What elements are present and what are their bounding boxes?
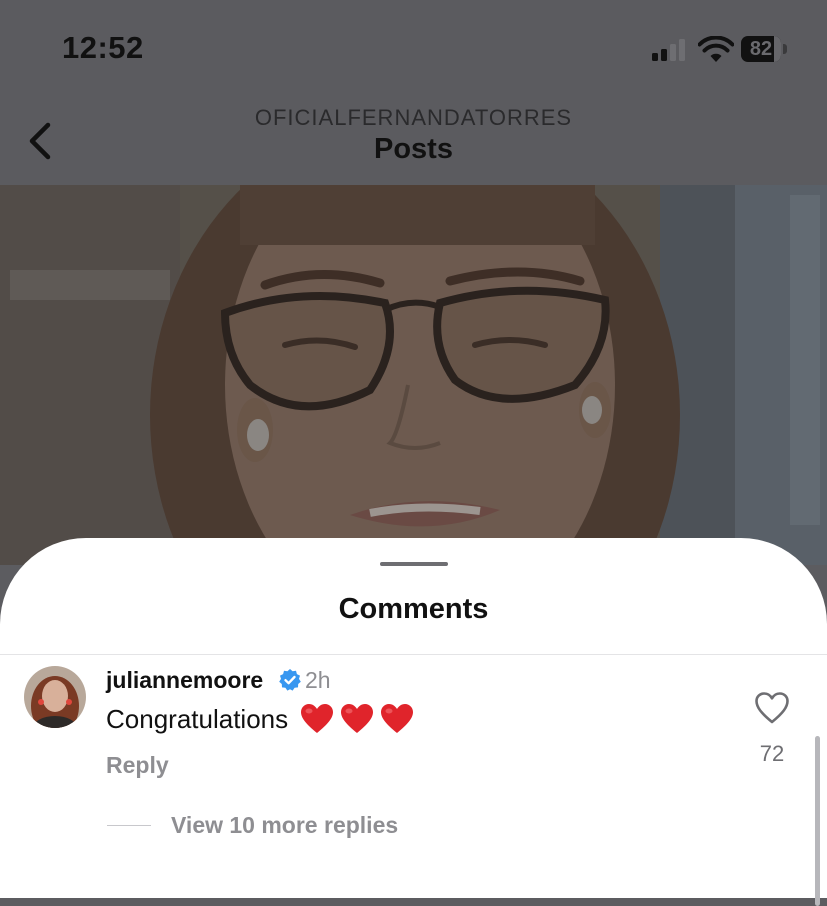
- status-bar: 12:52 82: [0, 0, 827, 95]
- video-frame-image: [0, 185, 827, 565]
- page-title: Posts: [374, 133, 453, 165]
- battery-icon: 82: [741, 36, 787, 64]
- battery-level: 82: [749, 38, 773, 60]
- scrollbar[interactable]: [815, 736, 820, 906]
- replies-divider-line: [107, 825, 151, 826]
- wifi-icon: [698, 36, 734, 62]
- avatar[interactable]: [24, 666, 86, 728]
- posts-header: OFICIALFERNANDATORRES Posts: [0, 95, 827, 185]
- battery-body: 82: [741, 36, 781, 62]
- verified-badge-icon: [279, 669, 301, 691]
- comment-username[interactable]: juliannemoore: [106, 667, 263, 694]
- reply-button[interactable]: Reply: [106, 752, 169, 779]
- red-heart-emoji-icon: [341, 704, 374, 733]
- sheet-grabber-handle[interactable]: [380, 562, 448, 566]
- cellular-signal-icon: [652, 39, 685, 61]
- comments-sheet: Comments juliannemoore 2h Congratulation…: [0, 538, 827, 906]
- comment-timestamp: 2h: [305, 667, 331, 693]
- comments-title: Comments: [338, 593, 489, 625]
- comment-text: Congratulations: [106, 703, 289, 734]
- header-account-name: OFICIALFERNANDATORRES: [254, 105, 573, 130]
- post-video[interactable]: [0, 185, 827, 565]
- like-heart-icon[interactable]: [754, 691, 790, 725]
- battery-tip: [783, 44, 787, 54]
- divider: [0, 654, 827, 655]
- red-heart-emoji-icon: [301, 704, 334, 733]
- red-heart-emoji-icon: [381, 704, 414, 733]
- like-count: 72: [759, 741, 785, 766]
- status-time: 12:52: [62, 30, 144, 65]
- comment-body: Congratulations: [106, 703, 414, 735]
- view-more-replies-button[interactable]: View 10 more replies: [171, 812, 398, 839]
